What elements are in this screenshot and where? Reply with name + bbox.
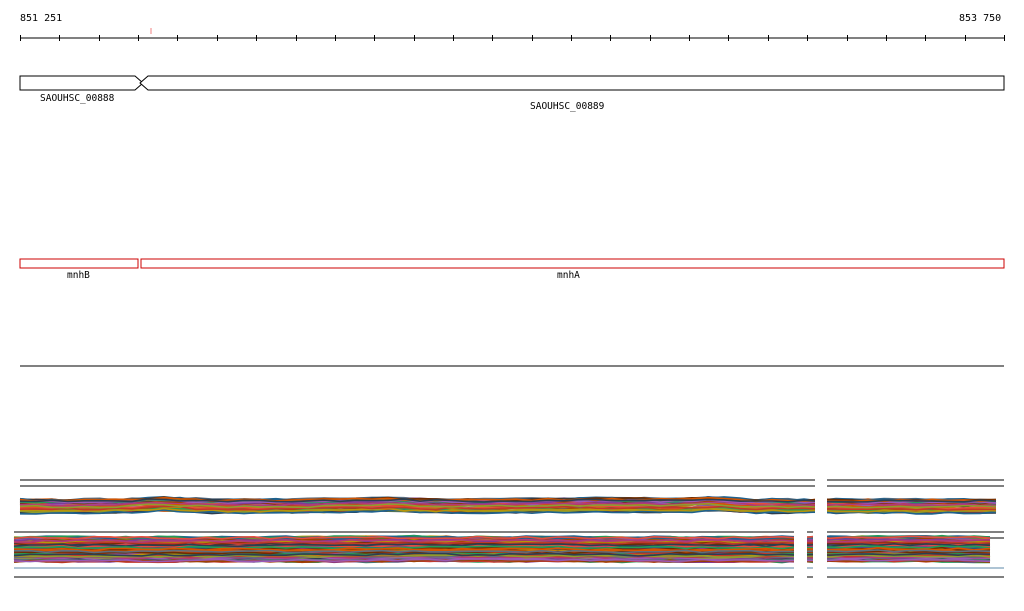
coverage-track-lower [13,531,1004,578]
gene-label-saouhsc-00888: SAOUHSC_00888 [40,93,115,104]
coverage-gap-lower-right [813,530,827,582]
gene-track: SAOUHSC_00888 SAOUHSC_00889 [19,75,1005,112]
coordinate-ruler [20,28,1005,41]
coverage-gap-upper [815,474,827,524]
gene-arrow-saouhsc-00888[interactable] [19,75,144,91]
genome-browser-canvas: SAOUHSC_00888 SAOUHSC_00889 mnhB mnhA [13,28,1005,582]
feature-box-mnhb[interactable] [19,258,139,269]
feature-label-mnha: mnhA [557,270,580,281]
gene-label-saouhsc-00889: SAOUHSC_00889 [530,101,605,112]
coverage-gaps [794,474,827,582]
feature-box-mnha[interactable] [140,258,1005,269]
gene-arrow-saouhsc-00889[interactable] [139,75,1005,91]
coverage-gap-lower-left [794,530,807,582]
feature-label-mnhb: mnhB [67,270,90,281]
feature-track: mnhB mnhA [19,258,1005,281]
coverage-track-upper [19,479,1004,515]
